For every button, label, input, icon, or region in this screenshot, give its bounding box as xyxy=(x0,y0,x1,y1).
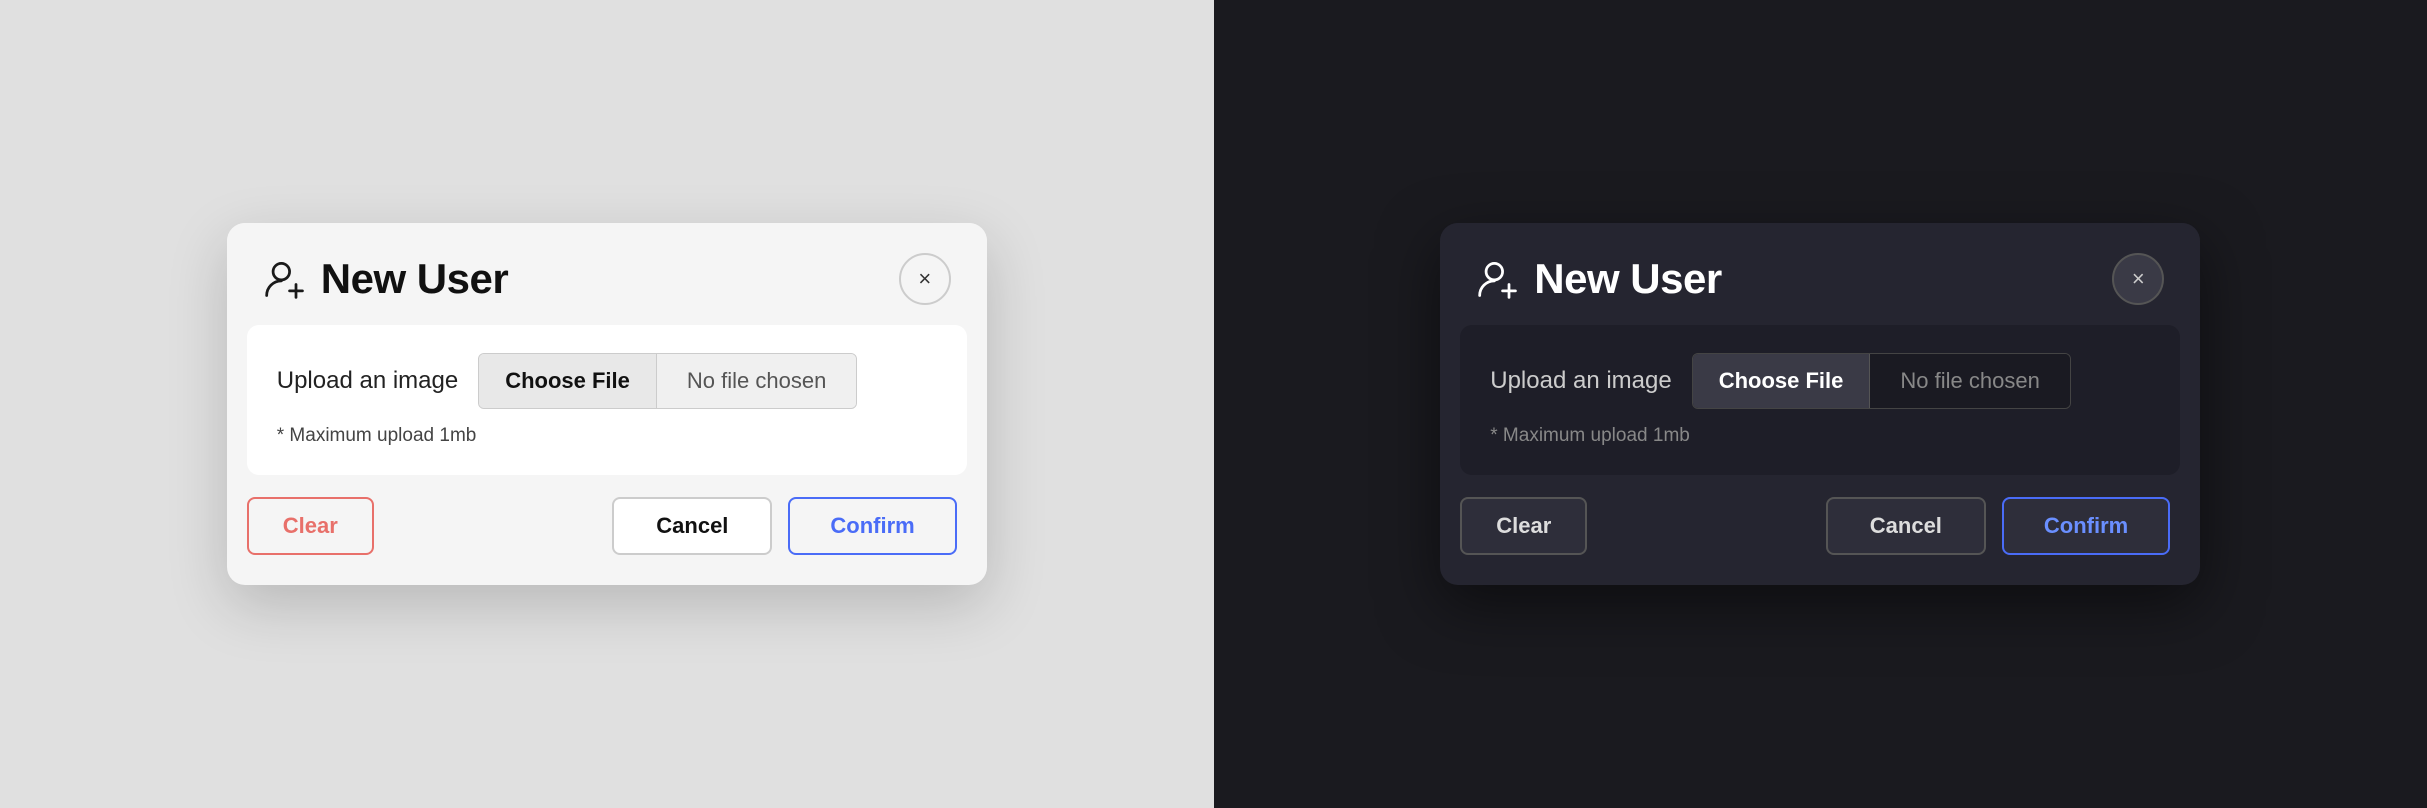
light-modal-footer: Clear Cancel Confirm xyxy=(227,475,987,585)
light-file-input-group: Choose File No file chosen xyxy=(478,353,857,409)
light-max-upload-note: * Maximum upload 1mb xyxy=(277,425,937,447)
dark-cancel-button[interactable]: Cancel xyxy=(1826,497,1986,555)
dark-confirm-button[interactable]: Confirm xyxy=(2002,497,2170,555)
dark-upload-label: Upload an image xyxy=(1490,367,1671,395)
dark-clear-button[interactable]: Clear xyxy=(1460,497,1587,555)
dark-title-group: New User xyxy=(1476,255,1721,303)
light-choose-file-button[interactable]: Choose File xyxy=(479,354,657,408)
light-modal-header: New User × xyxy=(227,223,987,325)
dark-choose-file-button[interactable]: Choose File xyxy=(1693,354,1871,408)
dark-panel: New User × Upload an image Choose File N… xyxy=(1214,0,2427,808)
light-panel: New User × Upload an image Choose File N… xyxy=(0,0,1214,808)
dark-close-button[interactable]: × xyxy=(2112,253,2164,305)
light-clear-button[interactable]: Clear xyxy=(247,497,374,555)
dark-modal-body: Upload an image Choose File No file chos… xyxy=(1460,325,2180,475)
dark-max-upload-note: * Maximum upload 1mb xyxy=(1490,425,2150,447)
light-cancel-button[interactable]: Cancel xyxy=(612,497,772,555)
light-confirm-button[interactable]: Confirm xyxy=(788,497,956,555)
dark-user-plus-icon xyxy=(1476,257,1520,301)
light-close-button[interactable]: × xyxy=(899,253,951,305)
light-title-group: New User xyxy=(263,255,508,303)
dark-modal-footer: Clear Cancel Confirm xyxy=(1440,475,2200,585)
light-modal-body: Upload an image Choose File No file chos… xyxy=(247,325,967,475)
light-no-file-text: No file chosen xyxy=(657,354,856,408)
dark-no-file-text: No file chosen xyxy=(1870,354,2069,408)
light-upload-label: Upload an image xyxy=(277,367,458,395)
light-modal-title: New User xyxy=(321,255,508,303)
dark-file-input-group: Choose File No file chosen xyxy=(1692,353,2071,409)
dark-upload-row: Upload an image Choose File No file chos… xyxy=(1490,353,2150,409)
dark-modal-header: New User × xyxy=(1440,223,2200,325)
dark-modal: New User × Upload an image Choose File N… xyxy=(1440,223,2200,585)
dark-modal-title: New User xyxy=(1534,255,1721,303)
user-plus-icon xyxy=(263,257,307,301)
light-upload-row: Upload an image Choose File No file chos… xyxy=(277,353,937,409)
light-modal: New User × Upload an image Choose File N… xyxy=(227,223,987,585)
